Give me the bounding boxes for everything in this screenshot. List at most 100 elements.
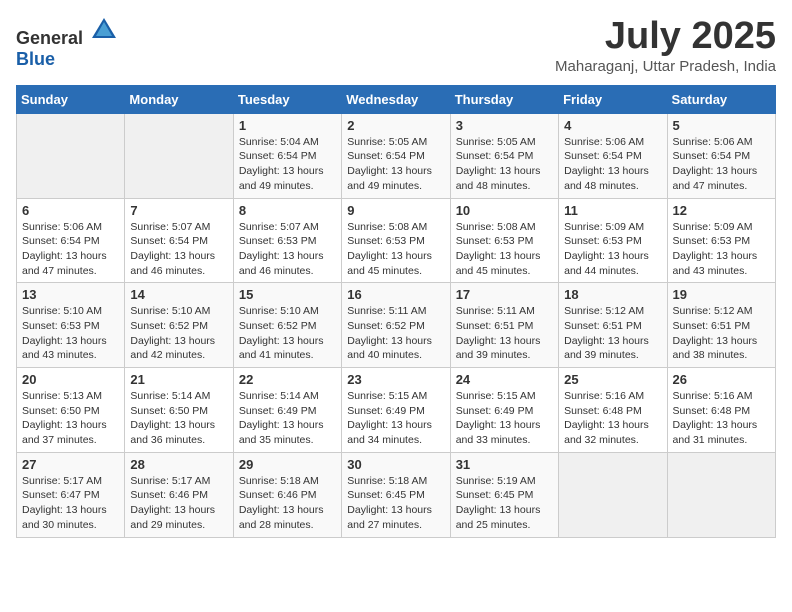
- calendar-cell: 18 Sunrise: 5:12 AM Sunset: 6:51 PM Dayli…: [559, 283, 667, 368]
- day-number: 18: [564, 287, 661, 302]
- calendar-cell: 10 Sunrise: 5:08 AM Sunset: 6:53 PM Dayli…: [450, 198, 558, 283]
- day-number: 9: [347, 203, 444, 218]
- calendar-cell: 20Sunrise: 5:13 AM Sunset: 6:50 PM Dayli…: [17, 368, 125, 453]
- calendar-week-row: 6Sunrise: 5:06 AM Sunset: 6:54 PM Daylig…: [17, 198, 776, 283]
- day-number: 28: [130, 457, 227, 472]
- calendar-body: 1 Sunrise: 5:04 AM Sunset: 6:54 PM Daylig…: [17, 113, 776, 537]
- day-number: 21: [130, 372, 227, 387]
- weekday-header-wednesday: Wednesday: [342, 85, 450, 113]
- day-info: Sunrise: 5:11 AM Sunset: 6:52 PM Dayligh…: [347, 304, 444, 363]
- calendar-cell: 19 Sunrise: 5:12 AM Sunset: 6:51 PM Dayli…: [667, 283, 775, 368]
- day-number: 23: [347, 372, 444, 387]
- day-number: 19: [673, 287, 770, 302]
- weekday-header-friday: Friday: [559, 85, 667, 113]
- weekday-header-tuesday: Tuesday: [233, 85, 341, 113]
- logo-text: General Blue: [16, 16, 118, 70]
- day-info: Sunrise: 5:13 AM Sunset: 6:50 PM Dayligh…: [22, 389, 119, 448]
- day-info: Sunrise: 5:16 AM Sunset: 6:48 PM Dayligh…: [673, 389, 770, 448]
- day-number: 13: [22, 287, 119, 302]
- calendar-cell: 2 Sunrise: 5:05 AM Sunset: 6:54 PM Daylig…: [342, 113, 450, 198]
- day-number: 8: [239, 203, 336, 218]
- calendar-cell: 3 Sunrise: 5:05 AM Sunset: 6:54 PM Daylig…: [450, 113, 558, 198]
- day-info: Sunrise: 5:15 AM Sunset: 6:49 PM Dayligh…: [456, 389, 553, 448]
- calendar-cell: 31Sunrise: 5:19 AM Sunset: 6:45 PM Dayli…: [450, 452, 558, 537]
- calendar-cell: [559, 452, 667, 537]
- calendar-cell: 23 Sunrise: 5:15 AM Sunset: 6:49 PM Dayli…: [342, 368, 450, 453]
- calendar-cell: 14 Sunrise: 5:10 AM Sunset: 6:52 PM Dayli…: [125, 283, 233, 368]
- day-number: 11: [564, 203, 661, 218]
- calendar-cell: 16 Sunrise: 5:11 AM Sunset: 6:52 PM Dayli…: [342, 283, 450, 368]
- calendar-cell: 30Sunrise: 5:18 AM Sunset: 6:45 PM Dayli…: [342, 452, 450, 537]
- calendar-cell: 21Sunrise: 5:14 AM Sunset: 6:50 PM Dayli…: [125, 368, 233, 453]
- day-info: Sunrise: 5:10 AM Sunset: 6:52 PM Dayligh…: [130, 304, 227, 363]
- day-number: 1: [239, 118, 336, 133]
- day-number: 14: [130, 287, 227, 302]
- day-number: 5: [673, 118, 770, 133]
- calendar-cell: 6Sunrise: 5:06 AM Sunset: 6:54 PM Daylig…: [17, 198, 125, 283]
- weekday-header-thursday: Thursday: [450, 85, 558, 113]
- calendar-cell: 27Sunrise: 5:17 AM Sunset: 6:47 PM Dayli…: [17, 452, 125, 537]
- calendar-cell: 7 Sunrise: 5:07 AM Sunset: 6:54 PM Daylig…: [125, 198, 233, 283]
- day-info: Sunrise: 5:16 AM Sunset: 6:48 PM Dayligh…: [564, 389, 661, 448]
- day-info: Sunrise: 5:08 AM Sunset: 6:53 PM Dayligh…: [456, 220, 553, 279]
- logo-icon: [90, 16, 118, 44]
- day-info: Sunrise: 5:17 AM Sunset: 6:47 PM Dayligh…: [22, 474, 119, 533]
- day-number: 29: [239, 457, 336, 472]
- day-number: 22: [239, 372, 336, 387]
- calendar-header: SundayMondayTuesdayWednesdayThursdayFrid…: [17, 85, 776, 113]
- weekday-header-row: SundayMondayTuesdayWednesdayThursdayFrid…: [17, 85, 776, 113]
- day-number: 7: [130, 203, 227, 218]
- day-info: Sunrise: 5:18 AM Sunset: 6:46 PM Dayligh…: [239, 474, 336, 533]
- calendar-cell: 25 Sunrise: 5:16 AM Sunset: 6:48 PM Dayli…: [559, 368, 667, 453]
- day-number: 10: [456, 203, 553, 218]
- calendar-week-row: 1 Sunrise: 5:04 AM Sunset: 6:54 PM Daylig…: [17, 113, 776, 198]
- day-info: Sunrise: 5:14 AM Sunset: 6:49 PM Dayligh…: [239, 389, 336, 448]
- day-info: Sunrise: 5:12 AM Sunset: 6:51 PM Dayligh…: [564, 304, 661, 363]
- day-info: Sunrise: 5:06 AM Sunset: 6:54 PM Dayligh…: [673, 135, 770, 194]
- weekday-header-saturday: Saturday: [667, 85, 775, 113]
- calendar-cell: 15 Sunrise: 5:10 AM Sunset: 6:52 PM Dayli…: [233, 283, 341, 368]
- calendar-cell: 26Sunrise: 5:16 AM Sunset: 6:48 PM Dayli…: [667, 368, 775, 453]
- day-info: Sunrise: 5:19 AM Sunset: 6:45 PM Dayligh…: [456, 474, 553, 533]
- month-year-title: July 2025: [555, 16, 776, 58]
- day-number: 30: [347, 457, 444, 472]
- calendar-cell: 12 Sunrise: 5:09 AM Sunset: 6:53 PM Dayli…: [667, 198, 775, 283]
- calendar-cell: 29 Sunrise: 5:18 AM Sunset: 6:46 PM Dayli…: [233, 452, 341, 537]
- day-info: Sunrise: 5:09 AM Sunset: 6:53 PM Dayligh…: [564, 220, 661, 279]
- day-number: 16: [347, 287, 444, 302]
- calendar-week-row: 27Sunrise: 5:17 AM Sunset: 6:47 PM Dayli…: [17, 452, 776, 537]
- day-number: 4: [564, 118, 661, 133]
- calendar-cell: 5 Sunrise: 5:06 AM Sunset: 6:54 PM Daylig…: [667, 113, 775, 198]
- day-info: Sunrise: 5:05 AM Sunset: 6:54 PM Dayligh…: [456, 135, 553, 194]
- day-info: Sunrise: 5:09 AM Sunset: 6:53 PM Dayligh…: [673, 220, 770, 279]
- day-info: Sunrise: 5:12 AM Sunset: 6:51 PM Dayligh…: [673, 304, 770, 363]
- day-number: 25: [564, 372, 661, 387]
- weekday-header-monday: Monday: [125, 85, 233, 113]
- day-number: 15: [239, 287, 336, 302]
- day-info: Sunrise: 5:05 AM Sunset: 6:54 PM Dayligh…: [347, 135, 444, 194]
- day-info: Sunrise: 5:10 AM Sunset: 6:52 PM Dayligh…: [239, 304, 336, 363]
- calendar-cell: 9Sunrise: 5:08 AM Sunset: 6:53 PM Daylig…: [342, 198, 450, 283]
- day-info: Sunrise: 5:07 AM Sunset: 6:54 PM Dayligh…: [130, 220, 227, 279]
- logo-blue: Blue: [16, 49, 55, 69]
- calendar-week-row: 13Sunrise: 5:10 AM Sunset: 6:53 PM Dayli…: [17, 283, 776, 368]
- day-number: 24: [456, 372, 553, 387]
- day-info: Sunrise: 5:04 AM Sunset: 6:54 PM Dayligh…: [239, 135, 336, 194]
- title-section: July 2025 Maharaganj, Uttar Pradesh, Ind…: [555, 16, 776, 75]
- calendar-cell: 28Sunrise: 5:17 AM Sunset: 6:46 PM Dayli…: [125, 452, 233, 537]
- calendar-cell: 4 Sunrise: 5:06 AM Sunset: 6:54 PM Daylig…: [559, 113, 667, 198]
- day-number: 17: [456, 287, 553, 302]
- day-number: 2: [347, 118, 444, 133]
- calendar-cell: 11 Sunrise: 5:09 AM Sunset: 6:53 PM Dayli…: [559, 198, 667, 283]
- calendar-cell: 17 Sunrise: 5:11 AM Sunset: 6:51 PM Dayli…: [450, 283, 558, 368]
- calendar-cell: 24 Sunrise: 5:15 AM Sunset: 6:49 PM Dayli…: [450, 368, 558, 453]
- calendar-cell: 22 Sunrise: 5:14 AM Sunset: 6:49 PM Dayli…: [233, 368, 341, 453]
- day-info: Sunrise: 5:15 AM Sunset: 6:49 PM Dayligh…: [347, 389, 444, 448]
- location-subtitle: Maharaganj, Uttar Pradesh, India: [555, 58, 776, 75]
- logo-general: General: [16, 28, 83, 48]
- day-info: Sunrise: 5:06 AM Sunset: 6:54 PM Dayligh…: [564, 135, 661, 194]
- day-number: 3: [456, 118, 553, 133]
- day-number: 12: [673, 203, 770, 218]
- day-info: Sunrise: 5:11 AM Sunset: 6:51 PM Dayligh…: [456, 304, 553, 363]
- calendar-cell: 13Sunrise: 5:10 AM Sunset: 6:53 PM Dayli…: [17, 283, 125, 368]
